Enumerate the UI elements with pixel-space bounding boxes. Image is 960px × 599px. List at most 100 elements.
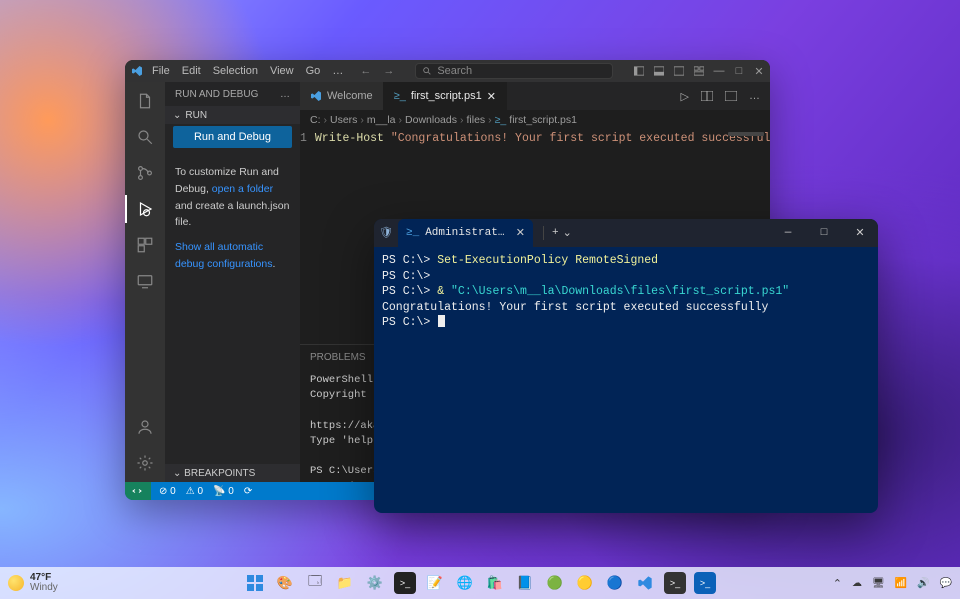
status-warnings[interactable]: ⚠ 0: [186, 486, 203, 497]
layout-left-icon[interactable]: [634, 66, 644, 76]
taskbar-vscode-icon[interactable]: [634, 572, 656, 594]
tab-welcome-label: Welcome: [327, 90, 373, 102]
open-folder-link[interactable]: open a folder: [212, 183, 273, 195]
vscode-icon: [310, 90, 322, 102]
status-errors[interactable]: ⊘ 0: [159, 486, 176, 497]
show-debug-configs-link[interactable]: Show all automatic debug configurations: [175, 241, 273, 270]
window-close[interactable]: ✕: [754, 66, 764, 76]
tab-file-label: first_script.ps1: [411, 90, 482, 102]
weather-condition: Windy: [30, 583, 58, 594]
tab-welcome[interactable]: Welcome: [300, 82, 384, 110]
tray-monitor-icon[interactable]: 🖥: [872, 578, 885, 589]
vscode-menu: File Edit Selection View Go …: [152, 65, 343, 77]
status-ports[interactable]: 📡 0: [213, 486, 234, 497]
taskbar-app2-icon[interactable]: 📘: [514, 572, 536, 594]
tray-overflow-icon[interactable]: ⌃: [833, 577, 842, 590]
editor-more-icon[interactable]: …: [749, 90, 760, 102]
section-breakpoints[interactable]: ⌄ BREAKPOINTS: [165, 464, 300, 482]
taskbar-chrome-icon[interactable]: 🔵: [604, 572, 626, 594]
tab-first-script[interactable]: ≥_ first_script.ps1 ✕: [384, 82, 507, 110]
run-and-debug-button[interactable]: Run and Debug: [173, 126, 292, 148]
tab-close-icon[interactable]: ✕: [516, 226, 525, 240]
window-minimize[interactable]: —: [714, 66, 724, 76]
run-file-icon[interactable]: ▷: [681, 90, 689, 103]
section-breakpoints-label: BREAKPOINTS: [184, 468, 255, 479]
split-editor-icon[interactable]: [701, 91, 713, 101]
taskbar-store-icon[interactable]: 🛍️: [484, 572, 506, 594]
admin-shield-icon: 🛡: [374, 226, 398, 240]
command-center[interactable]: Search: [415, 63, 613, 79]
vscode-titlebar: File Edit Selection View Go … ← → Search…: [125, 60, 770, 82]
status-debug-icon[interactable]: ⟳: [244, 486, 252, 497]
window-maximize[interactable]: □: [806, 219, 842, 247]
customize-layout-icon[interactable]: [694, 66, 704, 76]
nav-back-icon[interactable]: ←: [360, 65, 371, 77]
menu-go[interactable]: Go: [306, 65, 321, 77]
taskbar-copilot-icon[interactable]: 🎨: [274, 572, 296, 594]
activity-settings-icon[interactable]: [134, 452, 156, 474]
terminal-body[interactable]: PS C:\> Set-ExecutionPolicy RemoteSigned…: [374, 247, 878, 513]
activity-remote-icon[interactable]: [134, 270, 156, 292]
taskbar-pinned-apps: 🎨 🗔 📁 ⚙️ >_ 📝 🌐 🛍️ 📘 🟢 🟡 🔵 >_ >_: [244, 572, 716, 594]
windows-taskbar: 47°F Windy 🎨 🗔 📁 ⚙️ >_ 📝 🌐 🛍️ 📘 🟢 🟡 🔵 >_…: [0, 567, 960, 599]
window-close[interactable]: ✕: [842, 219, 878, 247]
section-run[interactable]: ⌄ RUN: [165, 106, 300, 124]
tray-network-icon[interactable]: 📶: [895, 578, 907, 589]
powershell-file-icon: ≥_: [394, 90, 406, 102]
activity-sourcecontrol-icon[interactable]: [134, 162, 156, 184]
layout-bottom-icon[interactable]: [654, 66, 664, 76]
activity-search-icon[interactable]: [134, 126, 156, 148]
menu-view[interactable]: View: [270, 65, 294, 77]
activity-extensions-icon[interactable]: [134, 234, 156, 256]
sidebar-help-text: To customize Run and Debug, open a folde…: [165, 156, 300, 239]
taskbar-browser1-icon[interactable]: 🟢: [544, 572, 566, 594]
tab-close-icon[interactable]: ✕: [487, 90, 496, 103]
taskbar-browser2-icon[interactable]: 🟡: [574, 572, 596, 594]
activity-bar: [125, 82, 165, 482]
layout-right-icon[interactable]: [674, 66, 684, 76]
breadcrumb[interactable]: C:› Users› m__la› Downloads› files› ≥_ f…: [300, 110, 770, 130]
taskbar-app-icon[interactable]: 📝: [424, 572, 446, 594]
taskbar-terminal-icon[interactable]: >_: [664, 572, 686, 594]
new-tab-dropdown-icon[interactable]: ⌄: [563, 226, 572, 240]
new-tab-button[interactable]: +: [552, 227, 559, 239]
line-number: 1: [300, 130, 315, 344]
tray-notifications-icon[interactable]: 💬: [940, 578, 952, 589]
remote-indicator[interactable]: [125, 482, 151, 500]
powershell-icon: ≥_: [406, 227, 419, 239]
weather-icon: [8, 575, 24, 591]
activity-run-debug-icon[interactable]: [134, 198, 156, 220]
tray-onedrive-icon[interactable]: ☁: [852, 578, 862, 589]
taskbar-cmd-icon[interactable]: >_: [394, 572, 416, 594]
minimap[interactable]: [728, 132, 764, 136]
chevron-down-icon: ⌄: [173, 468, 181, 479]
taskbar-powershell-icon[interactable]: >_: [694, 572, 716, 594]
taskbar-settings-icon[interactable]: ⚙️: [364, 572, 386, 594]
terminal-tab[interactable]: ≥_ Administrator: Windows PowerShell ✕: [398, 219, 533, 247]
terminal-cursor: [438, 315, 445, 327]
activity-account-icon[interactable]: [134, 416, 156, 438]
taskbar-taskview-icon[interactable]: 🗔: [304, 572, 326, 594]
vscode-logo-icon: [131, 65, 143, 77]
tray-volume-icon[interactable]: 🔊: [917, 578, 929, 589]
terminal-tab-title: Administrator: Windows PowerShell: [425, 227, 510, 239]
menu-file[interactable]: File: [152, 65, 170, 77]
menu-edit[interactable]: Edit: [182, 65, 201, 77]
menu-more[interactable]: …: [332, 65, 343, 77]
windows-terminal-window: 🛡 ≥_ Administrator: Windows PowerShell ✕…: [374, 219, 878, 513]
activity-explorer-icon[interactable]: [134, 90, 156, 112]
taskbar-edge-icon[interactable]: 🌐: [454, 572, 476, 594]
taskbar-weather[interactable]: 47°F Windy: [8, 573, 58, 594]
menu-selection[interactable]: Selection: [213, 65, 258, 77]
window-minimize[interactable]: —: [770, 219, 806, 247]
sidebar-more-icon[interactable]: …: [280, 89, 290, 100]
nav-fwd-icon[interactable]: →: [383, 65, 394, 77]
window-maximize[interactable]: □: [734, 66, 744, 76]
start-button[interactable]: [244, 572, 266, 594]
panel-tab-problems[interactable]: PROBLEMS: [310, 352, 366, 363]
editor-layout-icon[interactable]: [725, 91, 737, 101]
taskbar-explorer-icon[interactable]: 📁: [334, 572, 356, 594]
sidebar-show-configs: Show all automatic debug configurations.: [165, 239, 300, 281]
search-placeholder: Search: [437, 65, 472, 77]
section-run-label: RUN: [185, 110, 207, 121]
